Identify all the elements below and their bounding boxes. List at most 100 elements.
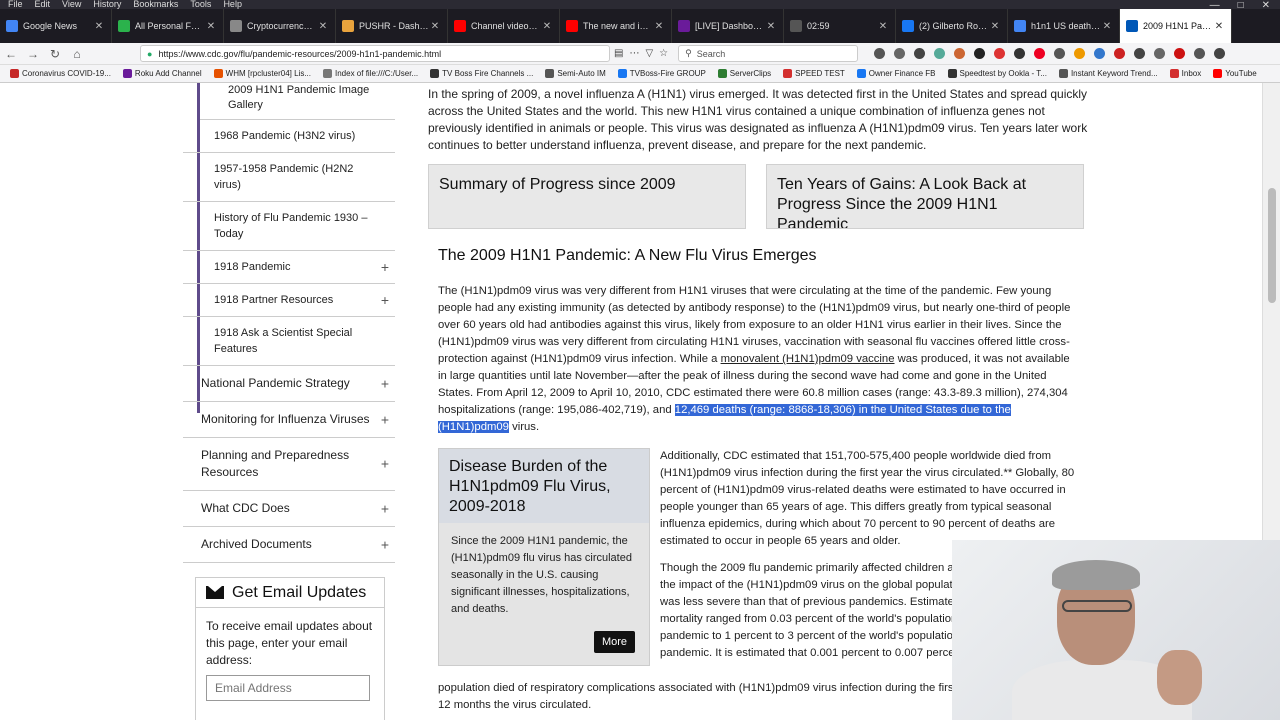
home-icon[interactable]: ⌂ <box>66 43 88 65</box>
extension-icon[interactable] <box>1114 48 1126 59</box>
browser-tab[interactable]: Cryptocurrency Ma ✕ <box>224 9 336 43</box>
more-button[interactable]: More <box>593 631 635 653</box>
bookmark-item[interactable]: ServerClips <box>717 69 771 78</box>
menu-tools[interactable]: Tools <box>190 0 211 9</box>
sidebar-subitem[interactable]: 1957-1958 Pandemic (H2N2 virus) <box>183 153 395 202</box>
browser-tab[interactable]: Google News ✕ <box>0 9 112 43</box>
reader-view-icon[interactable]: ▤ <box>614 48 623 59</box>
scrollbar-thumb[interactable] <box>1268 188 1276 303</box>
bookmark-item[interactable]: Owner Finance FB <box>856 69 936 78</box>
sidebar-subitem[interactable]: History of Flu Pandemic 1930 – Today <box>183 202 395 251</box>
extension-icon[interactable] <box>934 48 946 59</box>
tab-title: Google News <box>23 21 78 31</box>
reload-icon[interactable]: ↻ <box>44 43 66 65</box>
expand-plus-icon[interactable]: + <box>381 456 389 473</box>
pinterest-icon[interactable] <box>1034 48 1046 59</box>
menu-view[interactable]: View <box>62 0 81 9</box>
extension-icon[interactable] <box>1054 48 1066 59</box>
extension-icon[interactable] <box>1094 48 1106 59</box>
search-input[interactable]: ⚲ Search <box>678 45 859 62</box>
browser-tab[interactable]: h1n1 US death rate✕ <box>1008 9 1120 43</box>
expand-plus-icon[interactable]: + <box>381 536 389 553</box>
close-tab-icon[interactable]: ✕ <box>429 21 441 32</box>
menu-icon[interactable] <box>1214 48 1226 59</box>
extension-icon[interactable] <box>974 48 986 59</box>
bookmark-item[interactable]: Coronavirus COVID-19... <box>10 69 111 78</box>
close-tab-icon[interactable]: ✕ <box>1213 21 1225 32</box>
browser-tab[interactable]: All Personal Feeds ✕ <box>112 9 224 43</box>
expand-plus-icon[interactable]: + <box>381 500 389 517</box>
menu-help[interactable]: Help <box>223 0 242 9</box>
extension-icon[interactable] <box>1014 48 1026 59</box>
close-tab-icon[interactable]: ✕ <box>989 21 1001 32</box>
maximize-icon[interactable]: □ <box>1238 0 1244 14</box>
bookmark-item[interactable]: Inbox <box>1169 69 1201 78</box>
library-icon[interactable] <box>874 48 886 59</box>
back-icon[interactable]: ← <box>0 43 22 65</box>
sidebar-item[interactable]: What CDC Does + <box>183 491 395 527</box>
close-tab-icon[interactable]: ✕ <box>541 21 553 32</box>
sidebar-item-image-gallery[interactable]: 2009 H1N1 Pandemic Image Gallery <box>197 83 395 120</box>
close-tab-icon[interactable]: ✕ <box>877 21 889 32</box>
menu-history[interactable]: History <box>93 0 121 9</box>
close-window-icon[interactable]: ✕ <box>1262 0 1270 14</box>
page-actions-icon[interactable]: ⋯ <box>629 48 639 59</box>
close-tab-icon[interactable]: ✕ <box>317 21 329 32</box>
bookmark-star-icon[interactable]: ☆ <box>659 48 668 59</box>
card-ten-years-of-gains[interactable]: Ten Years of Gains: A Look Back at Progr… <box>766 164 1084 229</box>
browser-tab[interactable]: PUSHR - Dashboard✕ <box>336 9 448 43</box>
menu-bookmarks[interactable]: Bookmarks <box>133 0 178 9</box>
close-tab-icon[interactable]: ✕ <box>1101 21 1113 32</box>
expand-plus-icon[interactable]: + <box>381 292 389 308</box>
sidebar-subitem[interactable]: 1968 Pandemic (H3N2 virus) <box>183 120 395 153</box>
bookmark-item[interactable]: YouTube <box>1213 69 1257 78</box>
expand-plus-icon[interactable]: + <box>381 411 389 428</box>
sidebar-subitem[interactable]: 1918 Ask a Scientist Special Features <box>183 317 395 366</box>
sidebar-subitem[interactable]: 1918 Partner Resources + <box>183 284 395 317</box>
browser-tab[interactable]: 02:59 ✕ <box>784 9 896 43</box>
account-icon[interactable] <box>914 48 926 59</box>
bookmark-item[interactable]: SPEED TEST <box>783 69 845 78</box>
menu-file[interactable]: File <box>8 0 23 9</box>
card-summary-of-progress[interactable]: Summary of Progress since 2009 <box>428 164 746 229</box>
minimize-icon[interactable]: — <box>1210 0 1220 14</box>
expand-plus-icon[interactable]: + <box>381 259 389 275</box>
sidebar-item[interactable]: National Pandemic Strategy + <box>183 366 395 402</box>
close-tab-icon[interactable]: ✕ <box>765 21 777 32</box>
url-bar[interactable]: ● https://www.cdc.gov/flu/pandemic-resou… <box>140 45 610 62</box>
forward-icon[interactable]: → <box>22 43 44 65</box>
sidebar-item[interactable]: Archived Documents + <box>183 527 395 563</box>
extension-icon[interactable] <box>1174 48 1186 59</box>
browser-tab[interactable]: The new and impro ✕ <box>560 9 672 43</box>
extension-icon[interactable] <box>994 48 1006 59</box>
browser-tab[interactable]: Channel videos - Yo✕ <box>448 9 560 43</box>
email-field[interactable] <box>206 675 370 701</box>
bookmark-item[interactable]: Roku Add Channel <box>122 69 202 78</box>
sidebar-item[interactable]: Planning and Preparedness Resources + <box>183 438 395 491</box>
extension-icon[interactable] <box>1074 48 1086 59</box>
bookmark-item[interactable]: TV Boss Fire Channels ... <box>430 69 533 78</box>
sidebar-subitem[interactable]: 1918 Pandemic + <box>183 251 395 284</box>
extension-icon[interactable] <box>1154 48 1166 59</box>
bookmark-item[interactable]: Semi-Auto IM <box>545 69 606 78</box>
close-tab-icon[interactable]: ✕ <box>205 21 217 32</box>
browser-tab[interactable]: (2) Gilberto Rosado✕ <box>896 9 1008 43</box>
extension-icon[interactable] <box>1134 48 1146 59</box>
sidebar-item[interactable]: Monitoring for Influenza Viruses + <box>183 402 395 438</box>
menu-edit[interactable]: Edit <box>35 0 51 9</box>
bookmark-item[interactable]: TVBoss-Fire GROUP <box>617 69 706 78</box>
sidebar-icon[interactable] <box>894 48 906 59</box>
bookmark-item[interactable]: WHM [rpcluster04] Lis... <box>213 69 311 78</box>
extension-icon[interactable] <box>954 48 966 59</box>
close-tab-icon[interactable]: ✕ <box>93 21 105 32</box>
bookmark-item[interactable]: Index of file:///C:/User... <box>323 69 418 78</box>
monovalent-vaccine-link[interactable]: monovalent (H1N1)pdm09 vaccine <box>721 353 895 365</box>
expand-plus-icon[interactable]: + <box>381 375 389 392</box>
bookmark-item[interactable]: Speedtest by Ookla - T... <box>947 69 1047 78</box>
extension-icon[interactable] <box>1194 48 1206 59</box>
bookmark-item[interactable]: Instant Keyword Trend... <box>1058 69 1158 78</box>
browser-tab[interactable]: [LIVE] Dashboard ✕ <box>672 9 784 43</box>
close-tab-icon[interactable]: ✕ <box>653 21 665 32</box>
browser-tab[interactable]: 2009 H1N1 Pandemic✕ <box>1120 9 1232 43</box>
pocket-icon[interactable]: ▽ <box>645 48 653 59</box>
